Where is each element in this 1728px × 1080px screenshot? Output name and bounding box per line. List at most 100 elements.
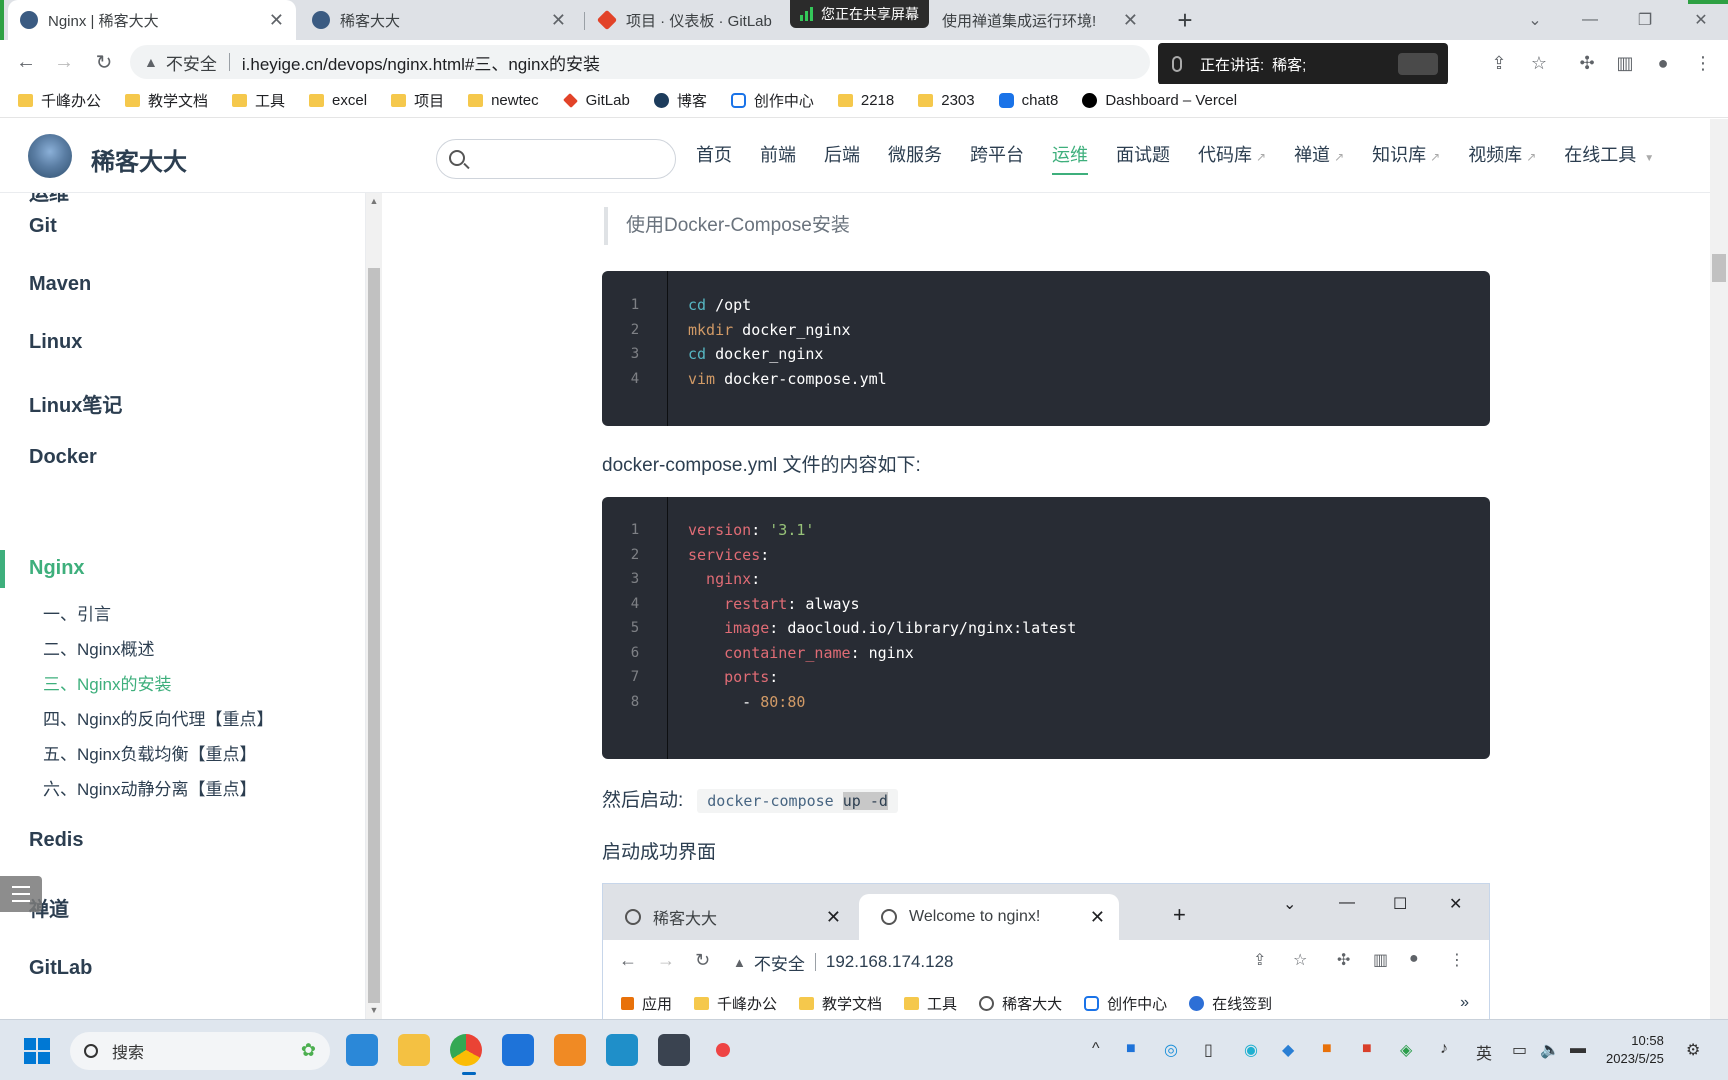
nav-crossplatform[interactable]: 跨平台 [970, 141, 1024, 175]
sidebar-group-linux-notes[interactable]: Linux笔记 [29, 389, 122, 418]
sidebar-group-gitlab[interactable]: GitLab [29, 957, 92, 980]
profile-icon[interactable]: ● [1652, 52, 1674, 74]
tab-nginx[interactable]: Nginx | 稀客大大 ✕ [8, 0, 296, 40]
sync-tray-icon[interactable]: ◉ [1244, 1040, 1258, 1060]
file-explorer-icon[interactable] [398, 1034, 430, 1066]
bookmark-item[interactable]: 教学文档 [125, 90, 208, 111]
side-panel-icon[interactable]: ▥ [1614, 52, 1636, 74]
sidebar-item-intro[interactable]: 一、引言 [43, 600, 111, 625]
nav-devops[interactable]: 运维 [1052, 141, 1088, 175]
star-icon[interactable]: ☆ [1528, 52, 1550, 74]
close-window-button[interactable]: ✕ [1676, 0, 1726, 40]
address-bar[interactable]: ▲ 不安全 i.heyige.cn/devops/nginx.html#三、ng… [130, 45, 1150, 79]
sidebar-item-overview[interactable]: 二、Nginx概述 [43, 635, 154, 660]
network-tray-icon[interactable]: ◎ [1164, 1040, 1178, 1060]
sidebar-group-nginx[interactable]: Nginx [29, 557, 85, 580]
bookmark-item[interactable]: GitLab [562, 92, 630, 109]
nav-online-tools[interactable]: 在线工具 ▼ [1564, 141, 1654, 175]
nav-knowledge[interactable]: 知识库 ↗ [1372, 141, 1440, 175]
app-icon[interactable] [606, 1034, 638, 1066]
ime-indicator[interactable]: 英 [1476, 1040, 1492, 1064]
tab-search-icon[interactable]: ⌄ [1510, 0, 1560, 40]
sidebar-group-docker[interactable]: Docker [29, 446, 97, 469]
sidebar-group-redis[interactable]: Redis [29, 829, 83, 852]
screen-share-banner[interactable]: 您正在共享屏幕 [790, 0, 929, 28]
nav-backend[interactable]: 后端 [824, 141, 860, 175]
network-icon[interactable]: ▭ [1512, 1040, 1527, 1060]
feishu-icon[interactable] [502, 1034, 534, 1066]
bookmark-item[interactable]: 项目 [391, 90, 444, 111]
minimize-button[interactable]: — [1565, 0, 1615, 40]
nav-interview[interactable]: 面试题 [1116, 141, 1170, 175]
forward-button[interactable]: → [46, 44, 82, 80]
restore-button[interactable]: ❐ [1620, 0, 1670, 40]
tab-blog[interactable]: 稀客大大 ✕ [300, 0, 578, 40]
sidebar-group-maven[interactable]: Maven [29, 273, 91, 296]
taskbar-search[interactable]: 搜索 ✿ [70, 1032, 330, 1070]
code-text: version: '3.1' [688, 517, 814, 543]
sidebar-item-reverse-proxy[interactable]: 四、Nginx的反向代理【重点】 [43, 705, 273, 730]
toc-toggle-button[interactable] [0, 876, 42, 912]
share-icon[interactable]: ⇪ [1488, 52, 1510, 74]
new-tab-button[interactable]: + [1170, 0, 1200, 40]
tab-gitlab[interactable]: 项目 · 仪表板 · GitLab [586, 0, 786, 40]
sidebar-group-devops[interactable]: 运维 [29, 193, 69, 206]
close-icon[interactable]: ✕ [551, 10, 566, 31]
nav-code-repo[interactable]: 代码库 ↗ [1198, 141, 1266, 175]
sidebar-item-load-balance[interactable]: 五、Nginx负载均衡【重点】 [43, 740, 256, 765]
bookmark-item[interactable]: chat8 [998, 92, 1058, 109]
remote-desktop-icon[interactable] [658, 1034, 690, 1066]
page-scroll-thumb[interactable] [1712, 254, 1726, 282]
battery-icon[interactable]: ▬ [1570, 1040, 1586, 1058]
nav-zentao[interactable]: 禅道 ↗ [1294, 141, 1344, 175]
menu-icon[interactable]: ⋮ [1692, 52, 1714, 74]
shield-icon[interactable]: ◈ [1400, 1040, 1412, 1060]
scroll-down-icon[interactable]: ▼ [368, 1005, 380, 1015]
extensions-icon[interactable]: ✣ [1576, 52, 1598, 74]
bookmark-item[interactable]: 创作中心 [730, 90, 814, 111]
bookmark-item[interactable]: 博客 [653, 90, 707, 111]
bookmark-item[interactable]: 工具 [232, 90, 285, 111]
bookmark-item[interactable]: 千峰办公 [18, 90, 101, 111]
start-button[interactable] [24, 1038, 50, 1064]
app-tray-icon-2[interactable]: ■ [1322, 1040, 1332, 1058]
sidebar-item-static-dynamic[interactable]: 六、Nginx动静分离【重点】 [43, 775, 256, 800]
nav-frontend[interactable]: 前端 [760, 141, 796, 175]
bookmark-item[interactable]: 2218 [837, 92, 894, 109]
volume-icon[interactable]: 🔈 [1540, 1040, 1560, 1060]
bookmark-item[interactable]: Dashboard – Vercel [1082, 92, 1237, 109]
vscode-icon[interactable] [346, 1034, 378, 1066]
clock[interactable]: 10:58 2023/5/25 [1606, 1032, 1664, 1068]
site-logo[interactable] [28, 134, 72, 178]
app-tray-icon-3[interactable]: ■ [1362, 1040, 1372, 1058]
close-icon[interactable]: ✕ [1123, 10, 1138, 31]
site-title[interactable]: 稀客大大 [91, 142, 187, 177]
app-tray-icon[interactable]: ◆ [1282, 1040, 1294, 1060]
notification-icon[interactable]: ⚙ [1686, 1040, 1700, 1060]
bookmark-item[interactable]: excel [309, 92, 367, 109]
chrome-icon[interactable] [450, 1034, 482, 1066]
bookmark-item[interactable]: 2303 [918, 92, 975, 109]
chevron-up-icon[interactable]: ^ [1092, 1040, 1100, 1058]
nav-video[interactable]: 视频库 ↗ [1468, 141, 1536, 175]
close-icon[interactable]: ✕ [269, 10, 284, 31]
sidebar-group-linux[interactable]: Linux [29, 331, 82, 354]
nav-microservice[interactable]: 微服务 [888, 141, 942, 175]
mic-icon[interactable]: ♪ [1440, 1040, 1448, 1058]
recorder-icon[interactable] [716, 1043, 730, 1057]
sublime-icon[interactable] [554, 1034, 586, 1066]
tab-zentao[interactable]: 使用禅道集成运行环境! ✕ [930, 0, 1150, 40]
sidebar-item-install[interactable]: 三、Nginx的安装 [43, 670, 171, 695]
reload-button[interactable]: ↻ [86, 44, 122, 80]
bookmark-item[interactable]: newtec [468, 92, 539, 109]
scroll-up-icon[interactable]: ▲ [368, 196, 380, 206]
sidebar-group-git[interactable]: Git [29, 215, 57, 238]
sidebar-scroll-thumb[interactable] [368, 268, 380, 1003]
maximize-icon: ☐ [1393, 896, 1408, 913]
site-search-box[interactable] [436, 139, 676, 179]
feishu-tray-icon[interactable]: ■ [1126, 1040, 1136, 1058]
search-input[interactable] [475, 146, 665, 172]
nav-home[interactable]: 首页 [696, 141, 732, 175]
back-button[interactable]: ← [8, 44, 44, 80]
phone-tray-icon[interactable]: ▯ [1204, 1040, 1213, 1060]
